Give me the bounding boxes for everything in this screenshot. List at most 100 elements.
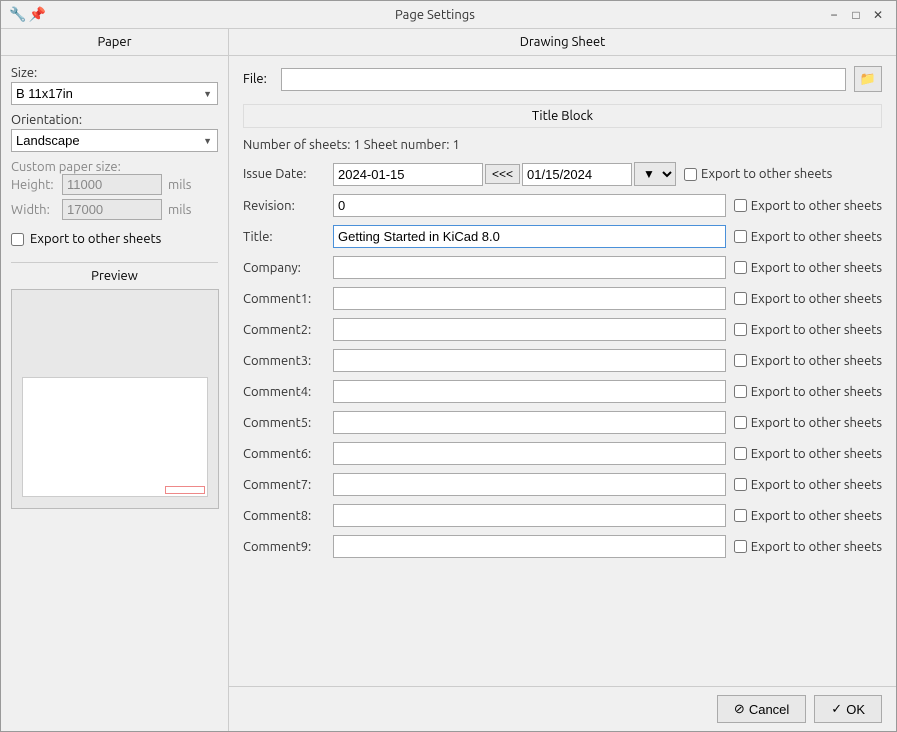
file-label: File: xyxy=(243,72,273,86)
comment6-export-checkbox[interactable] xyxy=(734,447,747,460)
comment4-export: Export to other sheets xyxy=(734,385,882,399)
title-export-checkbox[interactable] xyxy=(734,230,747,243)
file-input[interactable] xyxy=(281,68,846,91)
comment5-export-label: Export to other sheets xyxy=(751,416,882,430)
company-input[interactable] xyxy=(333,256,726,279)
issue-date-row: Issue Date: <<< ▼ Export to other sheets xyxy=(243,162,882,186)
comment7-input[interactable] xyxy=(333,473,726,496)
revision-input[interactable] xyxy=(333,194,726,217)
orientation-select[interactable]: Landscape xyxy=(11,129,218,152)
comment6-input[interactable] xyxy=(333,442,726,465)
comment2-export-checkbox[interactable] xyxy=(734,323,747,336)
custom-size-label: Custom paper size: xyxy=(11,160,218,174)
dialog-title: Page Settings xyxy=(395,8,475,22)
company-export-checkbox[interactable] xyxy=(734,261,747,274)
comment3-input[interactable] xyxy=(333,349,726,372)
close-button[interactable]: ✕ xyxy=(868,5,888,25)
comment1-export-checkbox[interactable] xyxy=(734,292,747,305)
comment1-export: Export to other sheets xyxy=(734,292,882,306)
preview-title-block xyxy=(165,486,205,494)
comment5-export-checkbox[interactable] xyxy=(734,416,747,429)
comment1-row: Comment1: Export to other sheets xyxy=(243,287,882,310)
comment2-input[interactable] xyxy=(333,318,726,341)
width-input xyxy=(62,199,162,220)
comment2-row: Comment2: Export to other sheets xyxy=(243,318,882,341)
size-select[interactable]: B 11x17in xyxy=(11,82,218,105)
comment4-export-checkbox[interactable] xyxy=(734,385,747,398)
comment9-export-checkbox[interactable] xyxy=(734,540,747,553)
maximize-button[interactable]: □ xyxy=(846,5,866,25)
width-row: Width: mils xyxy=(11,199,218,220)
title-export-label: Export to other sheets xyxy=(751,230,882,244)
comment8-export-checkbox[interactable] xyxy=(734,509,747,522)
drawing-sheet-panel: Drawing Sheet File: 📁 Title Block Number… xyxy=(229,29,896,731)
cancel-icon: ⊘ xyxy=(734,701,745,717)
pin-icon: 📌 xyxy=(28,6,45,23)
comment6-export: Export to other sheets xyxy=(734,447,882,461)
window-controls: − □ ✕ xyxy=(824,5,888,25)
cancel-button[interactable]: ⊘ Cancel xyxy=(717,695,806,723)
ok-label: OK xyxy=(846,702,865,717)
width-label: Width: xyxy=(11,203,56,217)
comment8-input[interactable] xyxy=(333,504,726,527)
titlebar: 🔧 📌 Page Settings − □ ✕ xyxy=(1,1,896,29)
comment6-row: Comment6: Export to other sheets xyxy=(243,442,882,465)
comment6-label: Comment6: xyxy=(243,447,333,461)
app-icon: 🔧 xyxy=(9,6,26,23)
comment5-input[interactable] xyxy=(333,411,726,434)
comment4-input[interactable] xyxy=(333,380,726,403)
file-browse-button[interactable]: 📁 xyxy=(854,66,882,92)
revision-export-checkbox[interactable] xyxy=(734,199,747,212)
comment9-input[interactable] xyxy=(333,535,726,558)
drawing-sheet-header: Drawing Sheet xyxy=(229,29,896,56)
comment8-label: Comment8: xyxy=(243,509,333,523)
titlebar-app-icons: 🔧 📌 xyxy=(9,6,46,23)
comment7-export-checkbox[interactable] xyxy=(734,478,747,491)
page-settings-dialog: 🔧 📌 Page Settings − □ ✕ Paper Size: B 11… xyxy=(0,0,897,732)
folder-icon: 📁 xyxy=(860,71,876,87)
date-dropdown[interactable]: ▼ xyxy=(634,162,676,186)
comment2-export: Export to other sheets xyxy=(734,323,882,337)
preview-canvas xyxy=(11,289,219,509)
preview-section: Preview xyxy=(11,262,218,509)
date-formatted-input[interactable] xyxy=(522,163,632,186)
comment8-export: Export to other sheets xyxy=(734,509,882,523)
sheet-info: Number of sheets: 1 Sheet number: 1 xyxy=(243,138,882,152)
preview-page xyxy=(22,377,207,497)
issue-date-label: Issue Date: xyxy=(243,167,333,181)
paper-export-label: Export to other sheets xyxy=(30,232,161,246)
comment2-label: Comment2: xyxy=(243,323,333,337)
width-units: mils xyxy=(168,203,191,217)
paper-export-checkbox[interactable] xyxy=(11,233,24,246)
comment4-export-label: Export to other sheets xyxy=(751,385,882,399)
ok-icon: ✓ xyxy=(831,701,842,717)
drawing-sheet-content: File: 📁 Title Block Number of sheets: 1 … xyxy=(229,56,896,686)
issue-date-export-checkbox[interactable] xyxy=(684,168,697,181)
orientation-label: Orientation: xyxy=(11,113,218,127)
custom-size-group: Custom paper size: Height: mils Width: m… xyxy=(11,160,218,220)
issue-date-input[interactable] xyxy=(333,163,483,186)
file-row: File: 📁 xyxy=(243,66,882,92)
comment7-label: Comment7: xyxy=(243,478,333,492)
custom-dimensions: Height: mils Width: mils xyxy=(11,174,218,220)
paper-panel: Paper Size: B 11x17in Orientation: Lands… xyxy=(1,29,229,731)
comment9-export: Export to other sheets xyxy=(734,540,882,554)
issue-date-export-label: Export to other sheets xyxy=(701,167,832,181)
comment9-label: Comment9: xyxy=(243,540,333,554)
minimize-button[interactable]: − xyxy=(824,5,844,25)
orientation-select-wrapper: Landscape xyxy=(11,129,218,152)
revision-label: Revision: xyxy=(243,199,333,213)
comment3-export-checkbox[interactable] xyxy=(734,354,747,367)
title-input[interactable] xyxy=(333,225,726,248)
title-block-header: Title Block xyxy=(243,104,882,128)
size-label: Size: xyxy=(11,66,218,80)
comment1-export-label: Export to other sheets xyxy=(751,292,882,306)
date-sync-button[interactable]: <<< xyxy=(485,164,520,184)
orientation-field-group: Orientation: Landscape xyxy=(11,113,218,152)
comment3-export-label: Export to other sheets xyxy=(751,354,882,368)
cancel-label: Cancel xyxy=(749,702,789,717)
ok-button[interactable]: ✓ OK xyxy=(814,695,882,723)
comment1-input[interactable] xyxy=(333,287,726,310)
comment7-row: Comment7: Export to other sheets xyxy=(243,473,882,496)
comment8-row: Comment8: Export to other sheets xyxy=(243,504,882,527)
